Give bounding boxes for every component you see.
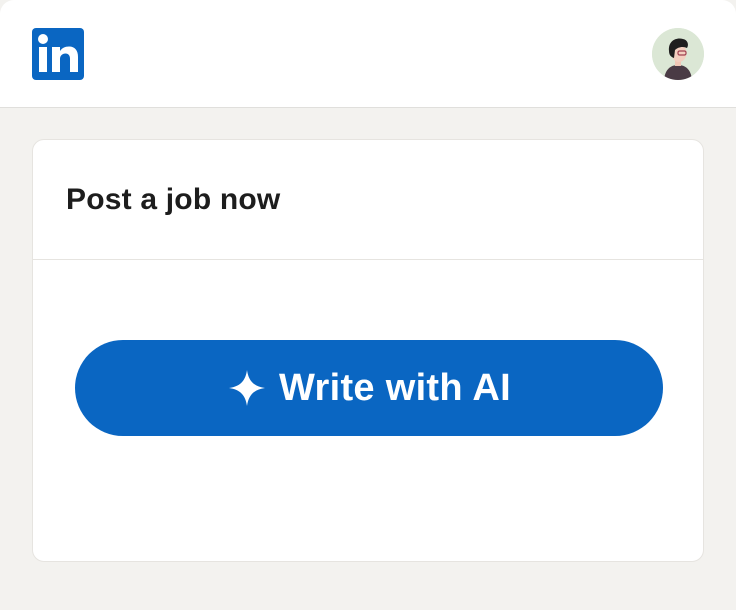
write-with-ai-button[interactable]: Write with AI (75, 340, 663, 436)
user-avatar-icon[interactable] (652, 28, 704, 80)
write-with-ai-label: Write with AI (279, 366, 511, 409)
top-bar (0, 0, 736, 108)
card-header: Post a job now (33, 140, 703, 260)
linkedin-logo-icon[interactable] (32, 28, 84, 80)
post-job-card: Post a job now Write with AI (32, 139, 704, 562)
card-title: Post a job now (66, 182, 281, 216)
app-window: Post a job now Write with AI (0, 0, 736, 610)
sparkle-icon (229, 370, 266, 406)
